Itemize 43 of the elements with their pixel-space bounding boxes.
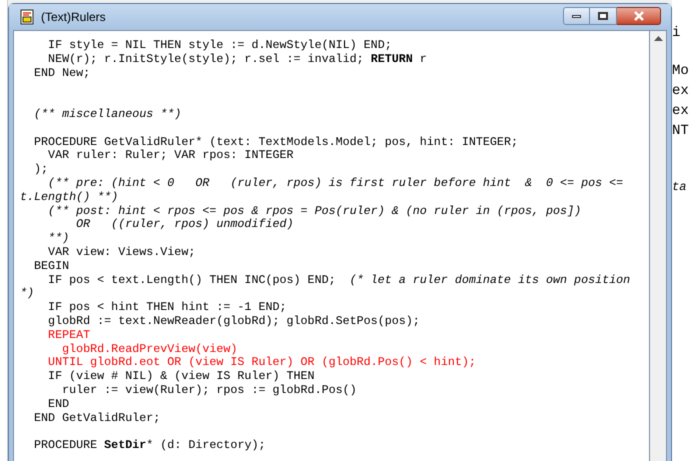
background-text: NT (672, 123, 690, 139)
code-comment: *) (20, 287, 34, 302)
code-line: END New; (33, 66, 90, 80)
minimize-icon (572, 14, 581, 18)
scroll-up-icon[interactable] (654, 35, 662, 41)
code-comment: **) (47, 232, 70, 246)
window-title: (Text)Rulers (41, 9, 106, 26)
code-line: PROCEDURE SetDir* (d: Directory); (33, 439, 266, 453)
code-line: IF pos < text.Length() THEN INC(pos) END; (47, 274, 336, 288)
background-text: ta (672, 179, 688, 195)
background-text: ex (672, 83, 690, 99)
close-button[interactable] (617, 7, 661, 25)
code-line: END (47, 398, 70, 412)
code-comment: (* let a ruler dominate its own position (350, 274, 630, 288)
document-icon (19, 9, 35, 25)
code-line: VAR view: Views.View; (47, 246, 196, 260)
background-text: ex (672, 103, 690, 119)
code-line: UNTIL globRd.eot OR (view IS Ruler) OR (globRd.Pos() < hint); (47, 356, 476, 370)
code-comment: OR ((ruler, rpos) unmodified) (75, 218, 294, 232)
code-comment: (** post: hint < rpos <= pos & rpos = Pos(ruler) & (no ruler in (rpos, pos]) (47, 204, 582, 218)
maximize-button[interactable] (590, 7, 617, 25)
close-icon (632, 11, 644, 21)
code-line: IF style = NIL THEN style := d.NewStyle(NIL) END; (47, 39, 392, 53)
code-line: ); (33, 163, 48, 177)
vertical-scrollbar[interactable] (650, 30, 667, 461)
code-comment: t.Length() **) (20, 190, 118, 205)
code-comment: (** miscellaneous **) (33, 108, 182, 122)
background-text: i (672, 25, 682, 41)
code-line: NEW(r); r.InitStyle(style); r.sel := invalid; RETURN r (47, 52, 427, 67)
maximize-icon (598, 12, 608, 20)
code-comment: (** pre: (hint < 0 OR (ruler, rpos) is first ruler before hint & 0 <= pos <= (47, 176, 624, 191)
code-line: VAR ruler: Ruler; VAR rpos: INTEGER (47, 149, 294, 164)
code-line: globRd.ReadPrevView(view) (61, 342, 238, 356)
code-line: PROCEDURE GetValidRuler* (text: TextModels.Model; pos, hint: INTEGER; (33, 136, 518, 150)
code-line: IF (view # NIL) & (view IS Ruler) THEN (47, 370, 315, 384)
code-line: globRd := text.NewReader(globRd); globRd.SetPos(pos); (47, 314, 420, 329)
background-text: Mo (672, 63, 690, 79)
code-line: REPEAT (47, 328, 90, 343)
code-line: BEGIN (33, 260, 70, 274)
minimize-button[interactable] (563, 7, 590, 25)
code-line: END GetValidRuler; (33, 412, 160, 426)
code-line: ruler := view(Ruler); rpos := globRd.Pos() (61, 384, 357, 398)
code-line: IF pos < hint THEN hint := -1 END; (47, 301, 287, 315)
